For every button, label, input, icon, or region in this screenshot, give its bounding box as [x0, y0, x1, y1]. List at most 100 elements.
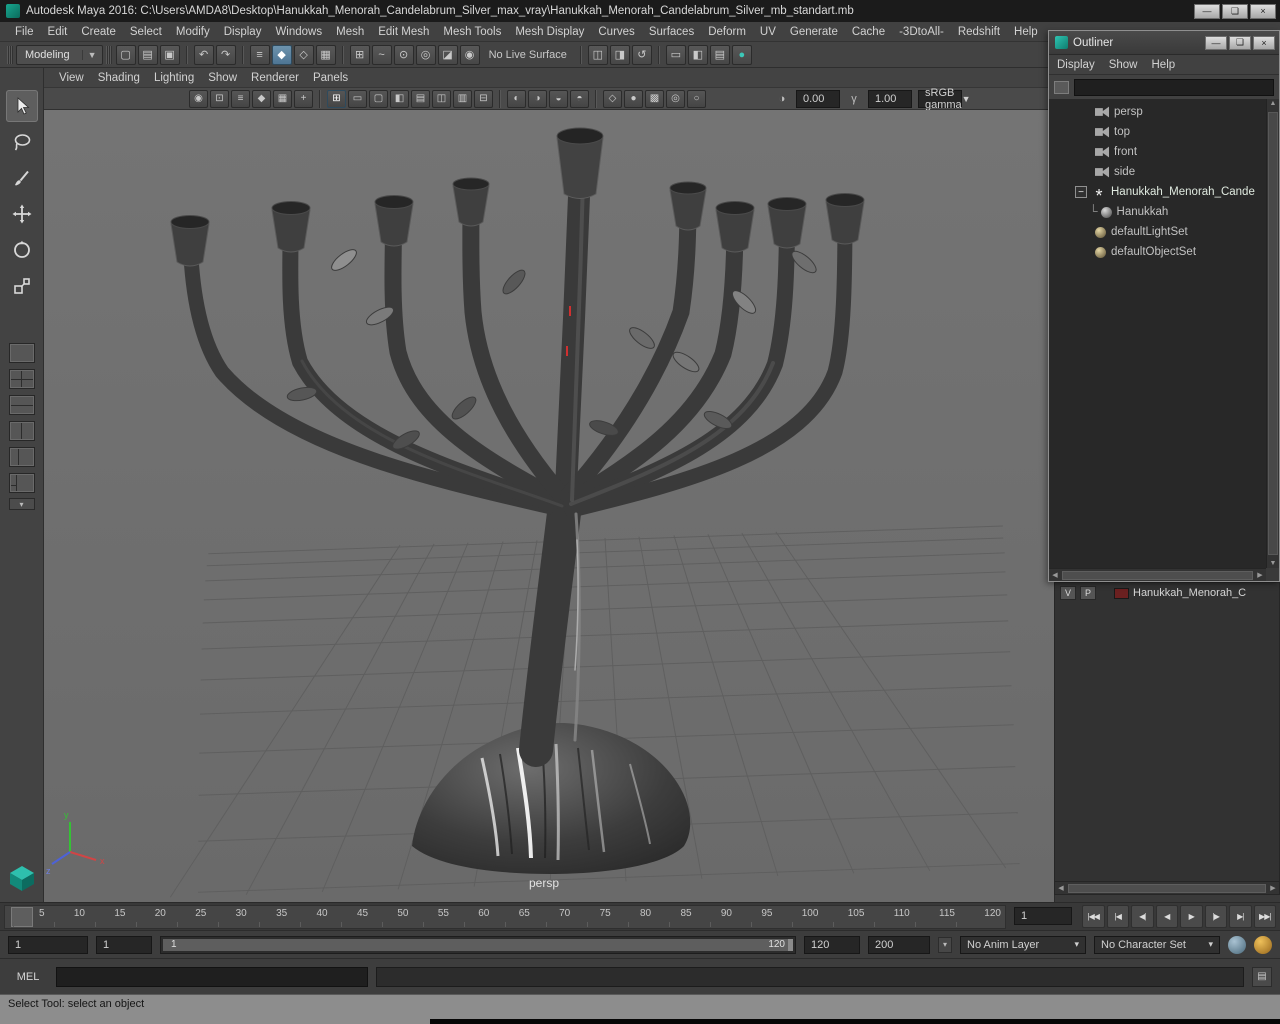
menu-item[interactable]: UV: [753, 26, 783, 38]
viewport-lighting-icon[interactable]: ◓: [570, 89, 589, 108]
snap-icon[interactable]: ◪: [437, 44, 458, 65]
menu-item[interactable]: Edit Mesh: [371, 26, 436, 38]
anim-layer-icon[interactable]: [1228, 935, 1246, 954]
viewport-panel[interactable]: y x z persp: [44, 110, 1054, 902]
layout-four-pane[interactable]: [8, 369, 35, 389]
snap-icon[interactable]: ◎: [415, 44, 436, 65]
auto-keyframe-icon[interactable]: [1254, 935, 1272, 954]
gamma-field[interactable]: 1.00: [868, 89, 912, 108]
layout-two-pane-stacked[interactable]: [8, 395, 35, 415]
history-icon[interactable]: ◫: [587, 44, 608, 65]
minimize-button[interactable]: —: [1194, 3, 1220, 19]
exposure-icon[interactable]: ◑: [773, 90, 791, 108]
snap-icon[interactable]: ⊞: [349, 44, 370, 65]
command-input[interactable]: [56, 966, 368, 987]
menu-item[interactable]: Select: [123, 26, 169, 38]
maya-logo-button[interactable]: [7, 863, 37, 896]
viewport-lighting-icon[interactable]: ◒: [549, 89, 568, 108]
render-icon[interactable]: ●: [731, 44, 752, 65]
layer-name[interactable]: Hanukkah_Menorah_C: [1133, 587, 1246, 599]
view-transform-dropdown[interactable]: sRGB gamma ▼: [918, 87, 971, 111]
viewport-gate-icon[interactable]: ▥: [453, 89, 472, 108]
character-set-dropdown[interactable]: No Character Set ▾: [1094, 935, 1220, 954]
layer-color-swatch[interactable]: [1114, 587, 1129, 599]
scroll-left-icon[interactable]: ◀: [1049, 571, 1061, 579]
viewport-shading-icon[interactable]: ◇: [603, 89, 622, 108]
panel-menu-item[interactable]: Renderer: [244, 72, 306, 84]
anim-layer-dropdown[interactable]: No Anim Layer ▾: [960, 935, 1086, 954]
layout-two-pane-side[interactable]: [8, 421, 35, 441]
scroll-right-icon[interactable]: ▶: [1254, 571, 1266, 579]
file-icon-button[interactable]: ▣: [159, 44, 180, 65]
exposure-field[interactable]: 0.00: [796, 89, 840, 108]
menu-item[interactable]: Redshift: [951, 26, 1007, 38]
menu-item[interactable]: Surfaces: [642, 26, 701, 38]
viewport-gate-icon[interactable]: ◧: [390, 89, 409, 108]
menu-item[interactable]: Generate: [783, 26, 845, 38]
file-icon-button[interactable]: ▤: [137, 44, 158, 65]
menu-item[interactable]: Display: [217, 26, 269, 38]
command-result-field[interactable]: [376, 966, 1244, 987]
panel-menu-item[interactable]: Panels: [306, 72, 355, 84]
menu-item[interactable]: Curves: [591, 26, 641, 38]
outliner-title-bar[interactable]: Outliner — ❏ ×: [1049, 31, 1279, 55]
outliner-list[interactable]: persp top front side − * Hanukkah_Menora…: [1049, 99, 1279, 581]
viewport-camera-icon[interactable]: +: [294, 89, 313, 108]
display-layer-row[interactable]: V P Hanukkah_Menorah_C: [1055, 583, 1279, 603]
viewport-canvas[interactable]: y x z persp: [44, 110, 1054, 902]
scrollbar-thumb[interactable]: [1068, 883, 1266, 893]
viewport-gate-icon[interactable]: ⊞: [327, 89, 346, 108]
render-icon[interactable]: ▤: [709, 44, 730, 65]
menu-item[interactable]: Modify: [169, 26, 217, 38]
viewport-camera-icon[interactable]: ◉: [189, 89, 208, 108]
rotate-tool[interactable]: [6, 234, 38, 266]
scrollbar-thumb[interactable]: [1268, 112, 1278, 555]
range-slider[interactable]: 1 120: [160, 935, 796, 954]
playback-start-field[interactable]: 1: [96, 935, 152, 954]
menu-item[interactable]: Cache: [845, 26, 892, 38]
snap-icon[interactable]: ◉: [459, 44, 480, 65]
lasso-tool[interactable]: [6, 126, 38, 158]
outliner-minimize-button[interactable]: —: [1205, 35, 1227, 50]
outliner-item[interactable]: persp: [1049, 102, 1279, 122]
viewport-shading-icon[interactable]: ●: [624, 89, 643, 108]
gamma-icon[interactable]: γ: [845, 90, 863, 108]
panel-menu-item[interactable]: View: [52, 72, 91, 84]
snap-icon[interactable]: ~: [371, 44, 392, 65]
playback-button[interactable]: ▶|: [1229, 905, 1252, 928]
viewport-lighting-icon[interactable]: ◐: [507, 89, 526, 108]
selection-mode-icon[interactable]: ◇: [293, 44, 314, 65]
panel-menu-item[interactable]: Shading: [91, 72, 147, 84]
viewport-lighting-icon[interactable]: ◑: [528, 89, 547, 108]
outliner-search-input[interactable]: [1074, 78, 1274, 96]
playback-end-field[interactable]: 120: [804, 935, 860, 954]
panel-menu-item[interactable]: Show: [201, 72, 244, 84]
outliner-menu-item[interactable]: Help: [1150, 59, 1184, 71]
menu-item[interactable]: Edit: [41, 26, 75, 38]
viewport-camera-icon[interactable]: ◆: [252, 89, 271, 108]
edit-icon-button[interactable]: ↶: [193, 44, 214, 65]
playback-button[interactable]: ◀: [1155, 905, 1178, 928]
selection-mode-icon[interactable]: ≡: [249, 44, 270, 65]
scroll-left-icon[interactable]: ◀: [1055, 884, 1067, 892]
time-slider[interactable]: 5 10 15 20 25 30 35 40 45 50 55 60 65 70 75 80 85 90 95 100…: [4, 905, 1006, 929]
viewport-shading-icon[interactable]: ◎: [666, 89, 685, 108]
playback-button[interactable]: |▶: [1204, 905, 1227, 928]
menu-item[interactable]: File: [8, 26, 41, 38]
menu-item[interactable]: Mesh: [329, 26, 371, 38]
animation-end-field[interactable]: 200: [868, 935, 930, 954]
outliner-item[interactable]: − Hanukkah_Menorah_Cande: [1049, 182, 1279, 202]
edit-icon-button[interactable]: ↷: [215, 44, 236, 65]
menu-item[interactable]: Deform: [701, 26, 753, 38]
outliner-item[interactable]: defaultLightSet: [1049, 222, 1279, 242]
viewport-gate-icon[interactable]: ⊟: [474, 89, 493, 108]
menu-item[interactable]: Windows: [268, 26, 329, 38]
chevron-down-icon[interactable]: ▾: [938, 936, 952, 953]
layout-more-button[interactable]: ▾: [8, 498, 35, 510]
filter-icon[interactable]: [1054, 80, 1069, 94]
viewport-camera-icon[interactable]: ⊡: [210, 89, 229, 108]
paint-select-tool[interactable]: [6, 162, 38, 194]
menu-item[interactable]: Create: [74, 26, 123, 38]
viewport-gate-icon[interactable]: ▢: [369, 89, 388, 108]
outliner-item[interactable]: front: [1049, 142, 1279, 162]
